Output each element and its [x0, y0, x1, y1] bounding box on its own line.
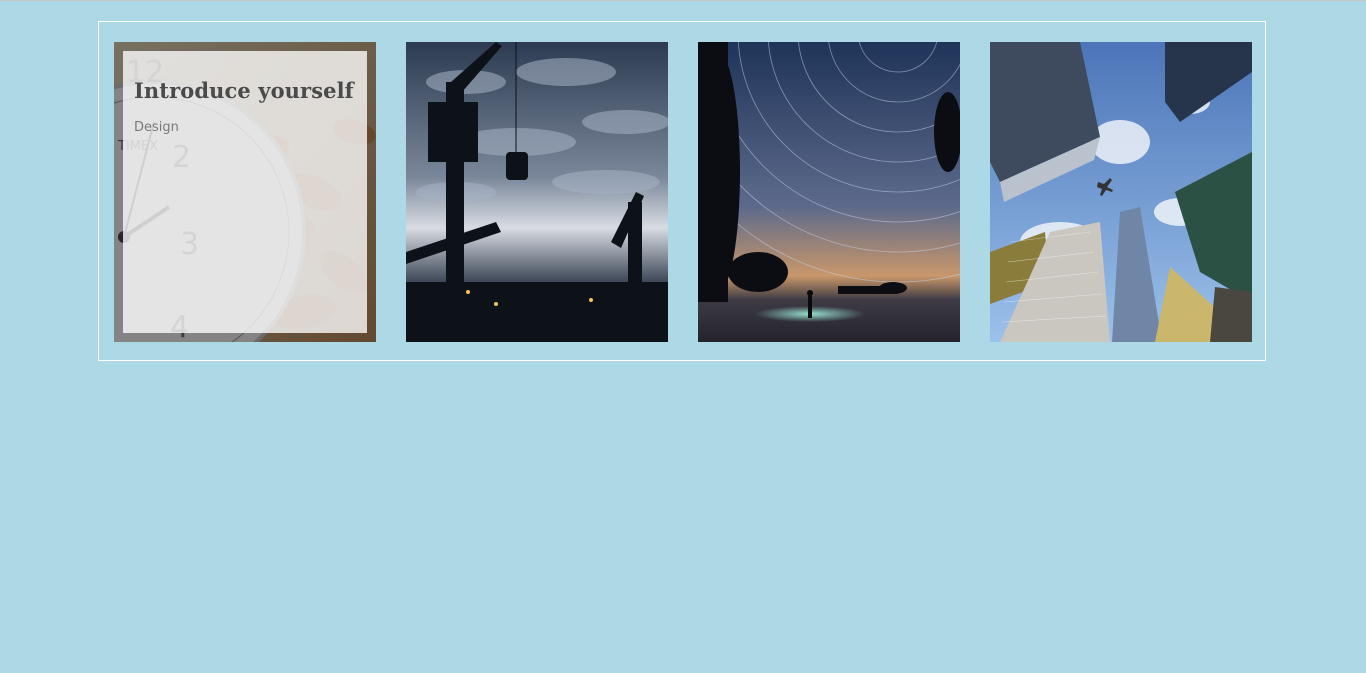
portfolio-item-category[interactable]: Design [134, 120, 179, 135]
portfolio-item-title[interactable]: Introduce yourself [134, 78, 354, 103]
harbor-cranes-image [406, 42, 668, 342]
portfolio-item-1[interactable]: 12 2 3 4 TIMEX Introduce yourself Design [114, 42, 376, 342]
skyscrapers-image [990, 42, 1252, 342]
portfolio-item-3[interactable] [698, 42, 960, 342]
portfolio-item-4[interactable] [990, 42, 1252, 342]
star-trails-image [698, 42, 960, 342]
portfolio-item-2[interactable] [406, 42, 668, 342]
top-border [0, 0, 1366, 1]
portfolio-gallery: 12 2 3 4 TIMEX Introduce yourself Design [98, 21, 1266, 361]
